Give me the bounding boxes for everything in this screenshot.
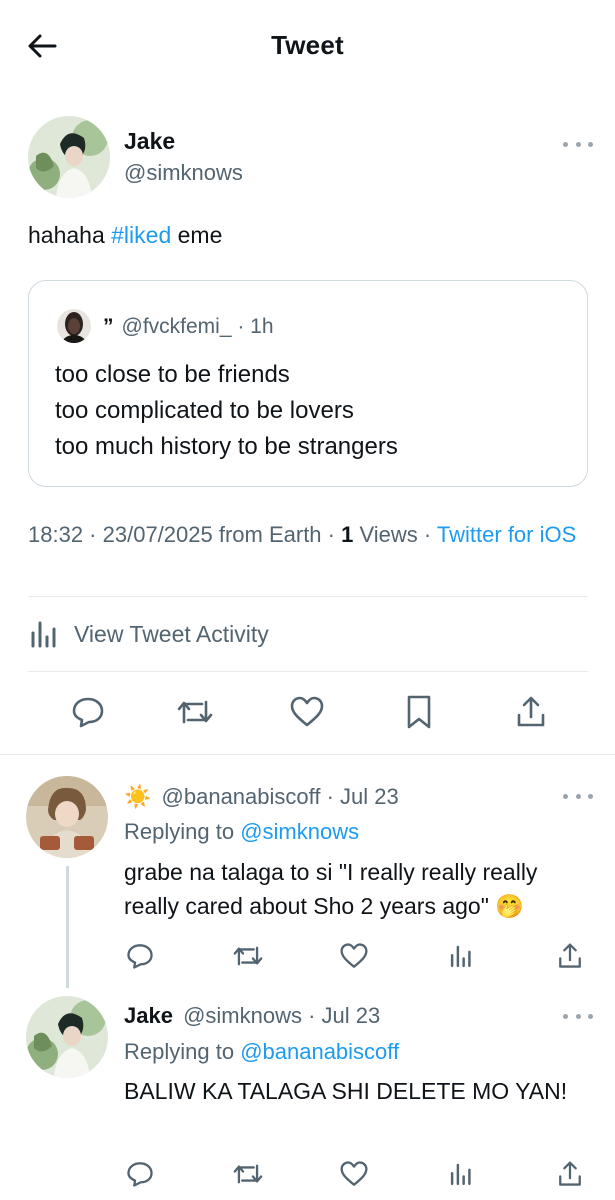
thread-connector bbox=[66, 866, 69, 988]
reply-icon bbox=[127, 1162, 153, 1187]
more-options-button[interactable] bbox=[563, 786, 593, 806]
tweet-text-prefix: hahaha bbox=[28, 222, 112, 248]
reply-icon bbox=[127, 944, 153, 969]
quote-time: · 1h bbox=[231, 315, 274, 338]
heart-icon bbox=[340, 943, 368, 968]
replying-to-link[interactable]: @bananabiscoff bbox=[240, 1039, 399, 1064]
reply-action-bar bbox=[118, 936, 598, 976]
retweet-icon bbox=[233, 946, 263, 966]
share-icon bbox=[559, 1161, 581, 1186]
replying-to-label: Replying to bbox=[124, 1039, 241, 1064]
more-dot bbox=[575, 793, 581, 799]
tweet-meta: 18:32 · 23/07/2025 from Earth · 1 Views … bbox=[28, 520, 598, 550]
views-count: 1 bbox=[341, 522, 354, 547]
quote-line: too close to be friends bbox=[55, 361, 290, 388]
retweet-button[interactable] bbox=[228, 936, 268, 976]
tweet-text: hahaha #liked eme bbox=[28, 222, 222, 249]
view-tweet-activity-button[interactable]: View Tweet Activity bbox=[28, 612, 588, 656]
analytics-icon bbox=[450, 1163, 471, 1186]
tweet-location: from Earth bbox=[212, 522, 322, 547]
view-tweet-activity-label: View Tweet Activity bbox=[74, 620, 269, 647]
like-button[interactable] bbox=[334, 1154, 374, 1194]
quote-author-handle: @fvckfemi_ bbox=[121, 315, 232, 338]
reply-icon bbox=[72, 697, 104, 728]
reply-text: grabe na talaga to si "I really really r… bbox=[124, 859, 538, 919]
top-bar: Tweet bbox=[0, 0, 615, 90]
reply-header: Jake @simknows · Jul 23 bbox=[124, 1003, 380, 1029]
reply-time: · Jul 23 bbox=[320, 784, 399, 809]
more-dot bbox=[588, 141, 593, 147]
tweet-date: 23/07/2025 bbox=[102, 522, 213, 547]
like-button[interactable] bbox=[334, 936, 374, 976]
separator: · bbox=[417, 522, 437, 547]
analytics-button[interactable] bbox=[442, 1154, 482, 1194]
bookmark-icon bbox=[407, 695, 431, 729]
retweet-icon bbox=[177, 700, 213, 724]
reply-button[interactable] bbox=[66, 690, 110, 734]
separator: · bbox=[321, 522, 342, 547]
retweet-icon bbox=[233, 1164, 263, 1184]
reply-action-bar bbox=[118, 1154, 598, 1194]
author-name[interactable]: Jake bbox=[124, 128, 175, 155]
quote-text: too close to be friends too complicated … bbox=[55, 357, 398, 465]
heart-icon bbox=[290, 696, 324, 727]
more-dot bbox=[575, 1013, 581, 1019]
avatar[interactable] bbox=[28, 116, 110, 198]
reply-text: BALIW KA TALAGA SHI DELETE MO YAN! bbox=[124, 1078, 568, 1104]
reply-author-handle[interactable]: @bananabiscoff bbox=[162, 784, 321, 809]
replying-to: Replying to @bananabiscoff bbox=[124, 1039, 399, 1065]
divider bbox=[28, 596, 588, 597]
analytics-icon bbox=[31, 621, 56, 648]
bookmark-button[interactable] bbox=[397, 690, 441, 734]
reply-author-handle[interactable]: @simknows bbox=[183, 1003, 302, 1028]
analytics-icon bbox=[450, 945, 471, 968]
reply-button[interactable] bbox=[120, 936, 160, 976]
replying-to-link[interactable]: @simknows bbox=[240, 819, 359, 844]
replying-to: Replying to @simknows bbox=[124, 819, 359, 845]
tweet-time: 18:32 bbox=[28, 522, 84, 547]
more-dot bbox=[563, 141, 568, 147]
more-dot bbox=[588, 793, 593, 799]
share-icon bbox=[559, 943, 581, 968]
share-button[interactable] bbox=[550, 936, 590, 976]
tweet-source-link[interactable]: Twitter for iOS bbox=[437, 522, 576, 547]
heart-icon bbox=[340, 1161, 368, 1186]
views-label: Views bbox=[353, 522, 418, 547]
retweet-button[interactable] bbox=[173, 690, 217, 734]
hashtag-link[interactable]: #liked bbox=[111, 222, 171, 248]
share-button[interactable] bbox=[550, 1154, 590, 1194]
avatar[interactable] bbox=[26, 996, 108, 1078]
more-dot bbox=[575, 141, 581, 147]
reply-button[interactable] bbox=[120, 1154, 160, 1194]
more-dot bbox=[563, 1013, 568, 1019]
avatar[interactable] bbox=[26, 776, 108, 858]
quote-line: too much history to be strangers bbox=[55, 433, 398, 460]
reply-header: ☀️ @bananabiscoff · Jul 23 bbox=[124, 784, 399, 810]
more-dot bbox=[588, 1013, 593, 1019]
reply-author-name[interactable]: Jake bbox=[124, 1003, 173, 1028]
more-dot bbox=[563, 793, 568, 799]
separator: · bbox=[83, 522, 103, 547]
quoted-tweet-card[interactable]: ” @fvckfemi_ · 1h too close to be friends… bbox=[28, 280, 588, 487]
reply-author-name[interactable]: ☀️ bbox=[124, 784, 151, 809]
quote-meta: ” @fvckfemi_ · 1h bbox=[103, 315, 274, 339]
divider bbox=[28, 671, 588, 672]
quote-line: too complicated to be lovers bbox=[55, 397, 354, 424]
quote-avatar bbox=[57, 309, 91, 343]
like-button[interactable] bbox=[285, 690, 329, 734]
replying-to-label: Replying to bbox=[124, 819, 241, 844]
reply-time: · Jul 23 bbox=[301, 1003, 381, 1028]
share-button[interactable] bbox=[509, 690, 553, 734]
more-options-button[interactable] bbox=[563, 1006, 593, 1026]
divider bbox=[0, 754, 615, 755]
share-icon bbox=[517, 696, 545, 727]
tweet-action-bar bbox=[0, 690, 615, 740]
quote-author-name: ” bbox=[103, 315, 114, 338]
tweet-text-suffix: eme bbox=[171, 222, 223, 248]
analytics-button[interactable] bbox=[442, 936, 482, 976]
retweet-button[interactable] bbox=[228, 1154, 268, 1194]
more-options-button[interactable] bbox=[563, 134, 593, 154]
page-title: Tweet bbox=[271, 30, 344, 60]
author-handle[interactable]: @simknows bbox=[124, 160, 243, 186]
